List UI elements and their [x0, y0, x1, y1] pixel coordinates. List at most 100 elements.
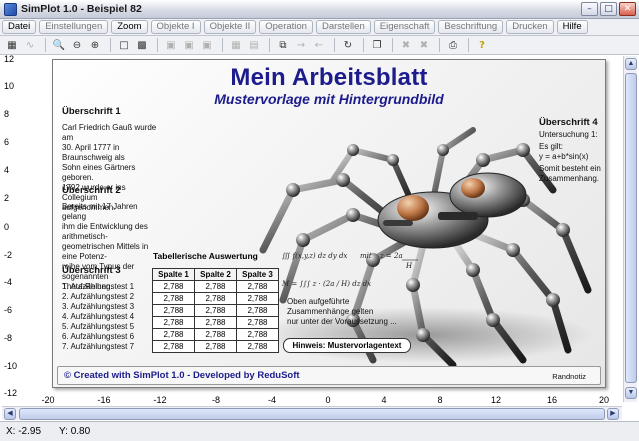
menu-objekte-2[interactable]: Objekte II: [203, 20, 257, 34]
vertical-scroll-thumb[interactable]: [625, 73, 637, 383]
section-1-line: 30. April 1777 in Braunschweig als: [62, 143, 125, 162]
table-cell: 2,788: [152, 304, 195, 317]
list-item: 3. Aufzählungstest 3: [62, 302, 135, 311]
vertical-scrollbar[interactable]: ▲ ▼: [623, 56, 637, 402]
maximize-button[interactable]: □: [600, 2, 617, 16]
status-x-coordinate: X: -2.95: [6, 426, 42, 437]
y-tick-label: 2: [4, 193, 10, 203]
horizontal-scroll-thumb[interactable]: [19, 408, 605, 420]
menu-operation[interactable]: Operation: [259, 20, 313, 34]
help-icon[interactable]: ?: [474, 38, 490, 53]
table-row: 2,788 2,788 2,788: [152, 328, 279, 341]
toolbar-separator: [157, 38, 158, 52]
table-cell: 2,788: [152, 340, 195, 353]
arrow-left-icon[interactable]: ←: [311, 38, 327, 53]
section-4-line: y = a+b*sin(x): [539, 152, 589, 161]
y-tick-label: -8: [4, 333, 13, 343]
y-tick-label: -10: [4, 361, 18, 371]
refresh-icon[interactable]: ↻: [340, 38, 356, 53]
arrow-right-icon[interactable]: →: [293, 38, 309, 53]
table-cell: 2,788: [194, 304, 237, 317]
window-controls: – □ ✕: [581, 2, 636, 16]
y-tick-label: -2: [4, 250, 13, 260]
zoom-in-icon[interactable]: ⊕: [87, 38, 103, 53]
section-4-line: Untersuchung 1:: [539, 130, 598, 139]
table-cell: 2,788: [194, 280, 237, 293]
image-icon[interactable]: ▤: [246, 38, 262, 53]
horizontal-scrollbar[interactable]: ◀ ▶: [2, 406, 622, 420]
x-tick-label: -12: [153, 395, 167, 405]
x-tick-label: -8: [211, 395, 220, 405]
svg-text:M = ∫∫∫ z · (2a / H) dz dx: M = ∫∫∫ z · (2a / H) dz dx: [281, 280, 371, 288]
pages-icon[interactable]: ❐: [369, 38, 385, 53]
toolbar-separator: [110, 38, 111, 52]
y-tick-label: 0: [4, 222, 10, 232]
table-cell: 2,788: [236, 304, 279, 317]
graph-icon[interactable]: ∿: [22, 38, 38, 53]
svg-text:H: H: [405, 262, 413, 270]
table-row: 2,788 2,788 2,788: [152, 316, 279, 329]
printer-icon[interactable]: ⎙: [445, 38, 461, 53]
y-tick-label: 12: [4, 54, 15, 64]
section-2-heading: Überschrift 2: [62, 185, 121, 196]
toolbar-separator: [392, 38, 393, 52]
zoom-icon[interactable]: 🔍: [51, 38, 67, 53]
svg-text:z = 2a: z = 2a: [379, 252, 403, 260]
y-tick-label: 8: [4, 109, 10, 119]
menu-beschriftung[interactable]: Beschriftung: [438, 20, 504, 34]
menu-eigenschaft[interactable]: Eigenschaft: [373, 20, 436, 34]
delete-icon[interactable]: ✖: [398, 38, 414, 53]
toolbar-separator: [363, 38, 364, 52]
table-cell: 2,788: [236, 328, 279, 341]
object-2-icon[interactable]: ▣: [181, 38, 197, 53]
hint-box: Hinweis: Mustervorlagentext: [283, 338, 411, 353]
close-button[interactable]: ✕: [619, 2, 636, 16]
frame-icon[interactable]: □: [116, 38, 132, 53]
object-3-icon[interactable]: ▣: [199, 38, 215, 53]
delete-all-icon[interactable]: ✖: [416, 38, 432, 53]
x-tick-label: 0: [325, 395, 331, 405]
menu-darstellen[interactable]: Darstellen: [315, 20, 371, 34]
menu-datei[interactable]: Datei: [2, 20, 37, 34]
y-tick-label: 4: [4, 165, 10, 175]
menu-drucken[interactable]: Drucken: [506, 20, 554, 34]
data-table: Spalte 1 Spalte 2 Spalte 3 2,788 2,788 2…: [152, 268, 279, 353]
object-1-icon[interactable]: ▣: [163, 38, 179, 53]
scroll-down-button[interactable]: ▼: [625, 387, 637, 399]
y-tick-label: 10: [4, 81, 15, 91]
menu-hilfe[interactable]: Hilfe: [556, 20, 588, 34]
x-tick-label: -16: [97, 395, 111, 405]
table-cell: 2,788: [152, 316, 195, 329]
scroll-up-button[interactable]: ▲: [625, 58, 637, 70]
table-cell: 2,788: [194, 316, 237, 329]
section-2-line: Bereits mit 17 Jahren gelang: [62, 202, 138, 221]
calculator-icon[interactable]: ▦: [4, 38, 20, 53]
window-title: SimPlot 1.0 - Beispiel 82: [21, 3, 142, 15]
table-cell: 2,788: [236, 340, 279, 353]
toolbar: ▦ ∿ 🔍 ⊖ ⊕ □ ▩ ▣ ▣ ▣ ▦ ▤ ⧉ → ← ↻ ❐ ✖ ✖ ⎙ …: [0, 36, 639, 55]
menu-objekte-1[interactable]: Objekte I: [150, 20, 201, 34]
table-cell: 2,788: [236, 280, 279, 293]
zoom-out-icon[interactable]: ⊖: [69, 38, 85, 53]
table-caption: Tabellerische Auswertung: [153, 251, 258, 261]
x-tick-label: 12: [490, 395, 501, 405]
worksheet: Mein Arbeitsblatt Mustervorlage mit Hint…: [52, 59, 606, 388]
scroll-right-button[interactable]: ▶: [607, 408, 619, 420]
table-cell: 2,788: [194, 340, 237, 353]
toolbar-separator: [334, 38, 335, 52]
table-icon[interactable]: ▦: [228, 38, 244, 53]
table-cell: 2,788: [194, 328, 237, 341]
table-header-cell: Spalte 1: [152, 268, 195, 281]
section-1-line: Sohn eines Gärtners geboren.: [62, 163, 136, 182]
scroll-left-button[interactable]: ◀: [4, 408, 16, 420]
copy-icon[interactable]: ⧉: [275, 38, 291, 53]
list-item: 1. Aufzählungstest 1: [62, 282, 135, 291]
section-1-line: Carl Friedrich Gauß wurde am: [62, 123, 157, 142]
grid-icon[interactable]: ▩: [134, 38, 150, 53]
footer-credit: © Created with SimPlot 1.0 - Developed b…: [64, 370, 300, 381]
note-text: Oben aufgeführte Zusammenhänge gelten nu…: [287, 297, 397, 327]
toolbar-separator: [222, 38, 223, 52]
menu-einstellungen[interactable]: Einstellungen: [39, 20, 109, 34]
menu-zoom[interactable]: Zoom: [111, 20, 148, 34]
minimize-button[interactable]: –: [581, 2, 598, 16]
